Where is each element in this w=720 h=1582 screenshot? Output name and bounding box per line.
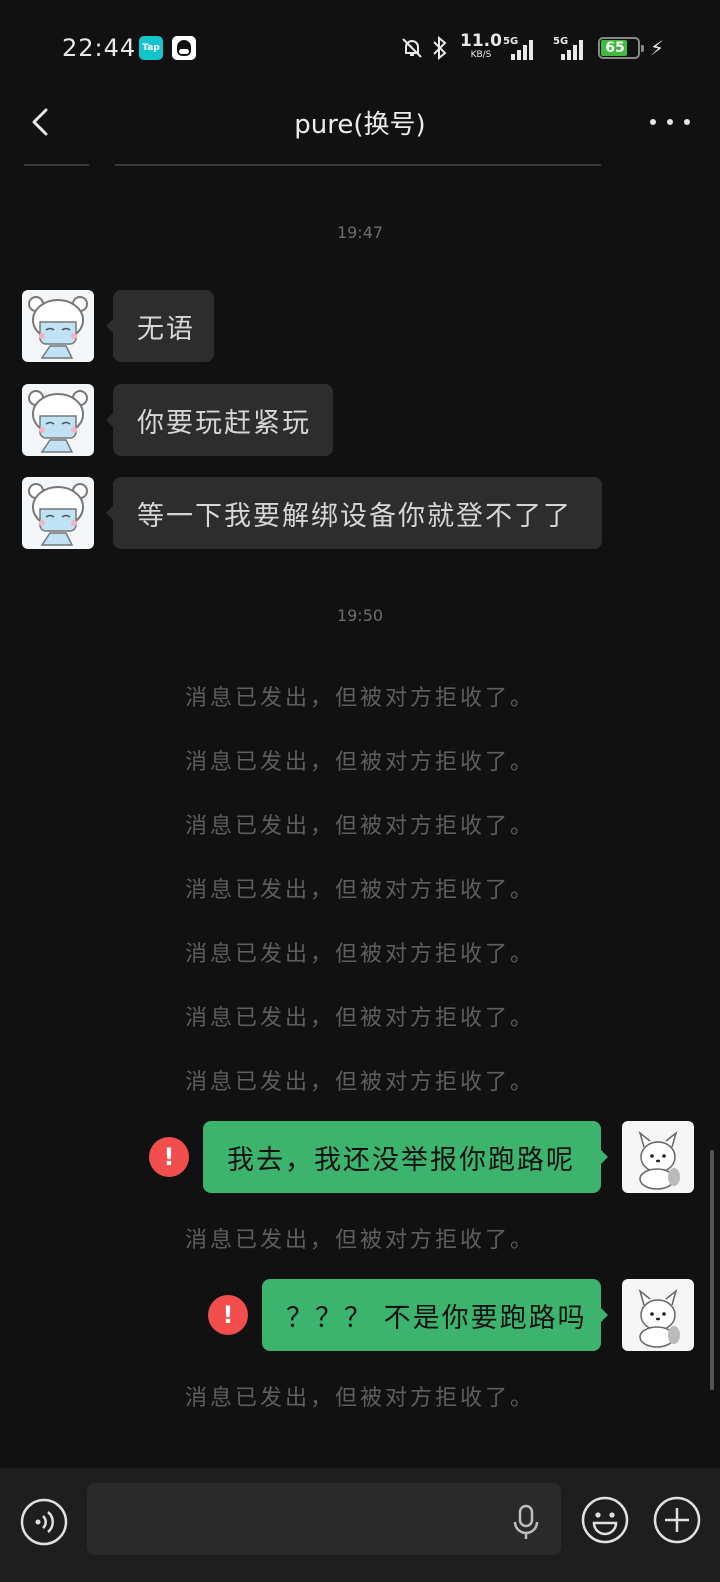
message-text: 你要玩赶紧玩	[137, 407, 311, 439]
charging-icon: ⚡	[650, 36, 665, 60]
previous-message-edge	[24, 164, 89, 166]
incoming-message[interactable]: 等一下我要解绑设备你就登不了了	[106, 477, 602, 549]
rejected-notice: 消息已发出，但被对方拒收了。	[184, 814, 535, 839]
contact-avatar[interactable]	[22, 290, 94, 362]
message-text: 我去，我还没举报你跑路呢	[227, 1144, 575, 1176]
rejected-notice: 消息已发出，但被对方拒收了。	[184, 1070, 535, 1095]
voice-icon[interactable]	[20, 1498, 68, 1546]
qq-app-icon	[172, 36, 196, 60]
rejected-notice: 消息已发出，但被对方拒收了。	[184, 942, 535, 967]
contact-avatar[interactable]	[22, 384, 94, 456]
rejected-notice: 消息已发出，但被对方拒收了。	[184, 686, 535, 711]
scrollbar[interactable]	[710, 1150, 714, 1390]
input-bar	[0, 1468, 720, 1582]
timestamp: 19:50	[336, 606, 384, 625]
outgoing-message[interactable]: 我去，我还没举报你跑路呢	[203, 1121, 608, 1193]
send-failed-icon[interactable]: !	[208, 1295, 248, 1335]
previous-message-edge	[115, 164, 601, 166]
message-text: ？？？ 不是你要跑路吗	[286, 1302, 587, 1334]
battery-indicator: 65	[598, 37, 644, 59]
message-text: 等一下我要解绑设备你就登不了了	[137, 500, 572, 532]
signal-bars-1	[511, 40, 533, 60]
signal-bars-2	[561, 40, 583, 60]
status-bar: 22:44 Tap 11.0 KB/S 5G 5G 65 ⚡	[0, 0, 720, 96]
status-time: 22:44	[62, 34, 137, 62]
rejected-notice: 消息已发出，但被对方拒收了。	[184, 1228, 535, 1253]
chat-header: pure(换号)	[0, 96, 720, 152]
chat-title: pure(换号)	[294, 110, 426, 140]
incoming-message[interactable]: 你要玩赶紧玩	[106, 384, 333, 456]
rejected-notice: 消息已发出，但被对方拒收了。	[184, 1006, 535, 1031]
contact-avatar[interactable]	[22, 477, 94, 549]
microphone-icon[interactable]	[510, 1502, 542, 1542]
rejected-notice: 消息已发出，但被对方拒收了。	[184, 750, 535, 775]
timestamp: 19:47	[336, 223, 384, 242]
send-failed-icon[interactable]: !	[149, 1137, 189, 1177]
message-text: 无语	[137, 313, 195, 345]
rejected-notice: 消息已发出，但被对方拒收了。	[184, 878, 535, 903]
emoji-icon[interactable]	[580, 1495, 630, 1545]
more-icon[interactable]	[650, 112, 690, 132]
outgoing-message[interactable]: ？？？ 不是你要跑路吗	[262, 1279, 608, 1351]
incoming-message[interactable]: 无语	[106, 290, 214, 362]
bluetooth-icon	[433, 35, 447, 61]
my-avatar[interactable]	[622, 1121, 694, 1193]
plus-icon[interactable]	[652, 1495, 702, 1545]
network-speed: 11.0 KB/S	[460, 31, 502, 60]
message-input[interactable]	[87, 1483, 561, 1555]
taptap-app-icon: Tap	[139, 36, 163, 60]
rejected-notice: 消息已发出，但被对方拒收了。	[184, 1386, 535, 1411]
mute-icon	[402, 38, 422, 58]
my-avatar[interactable]	[622, 1279, 694, 1351]
